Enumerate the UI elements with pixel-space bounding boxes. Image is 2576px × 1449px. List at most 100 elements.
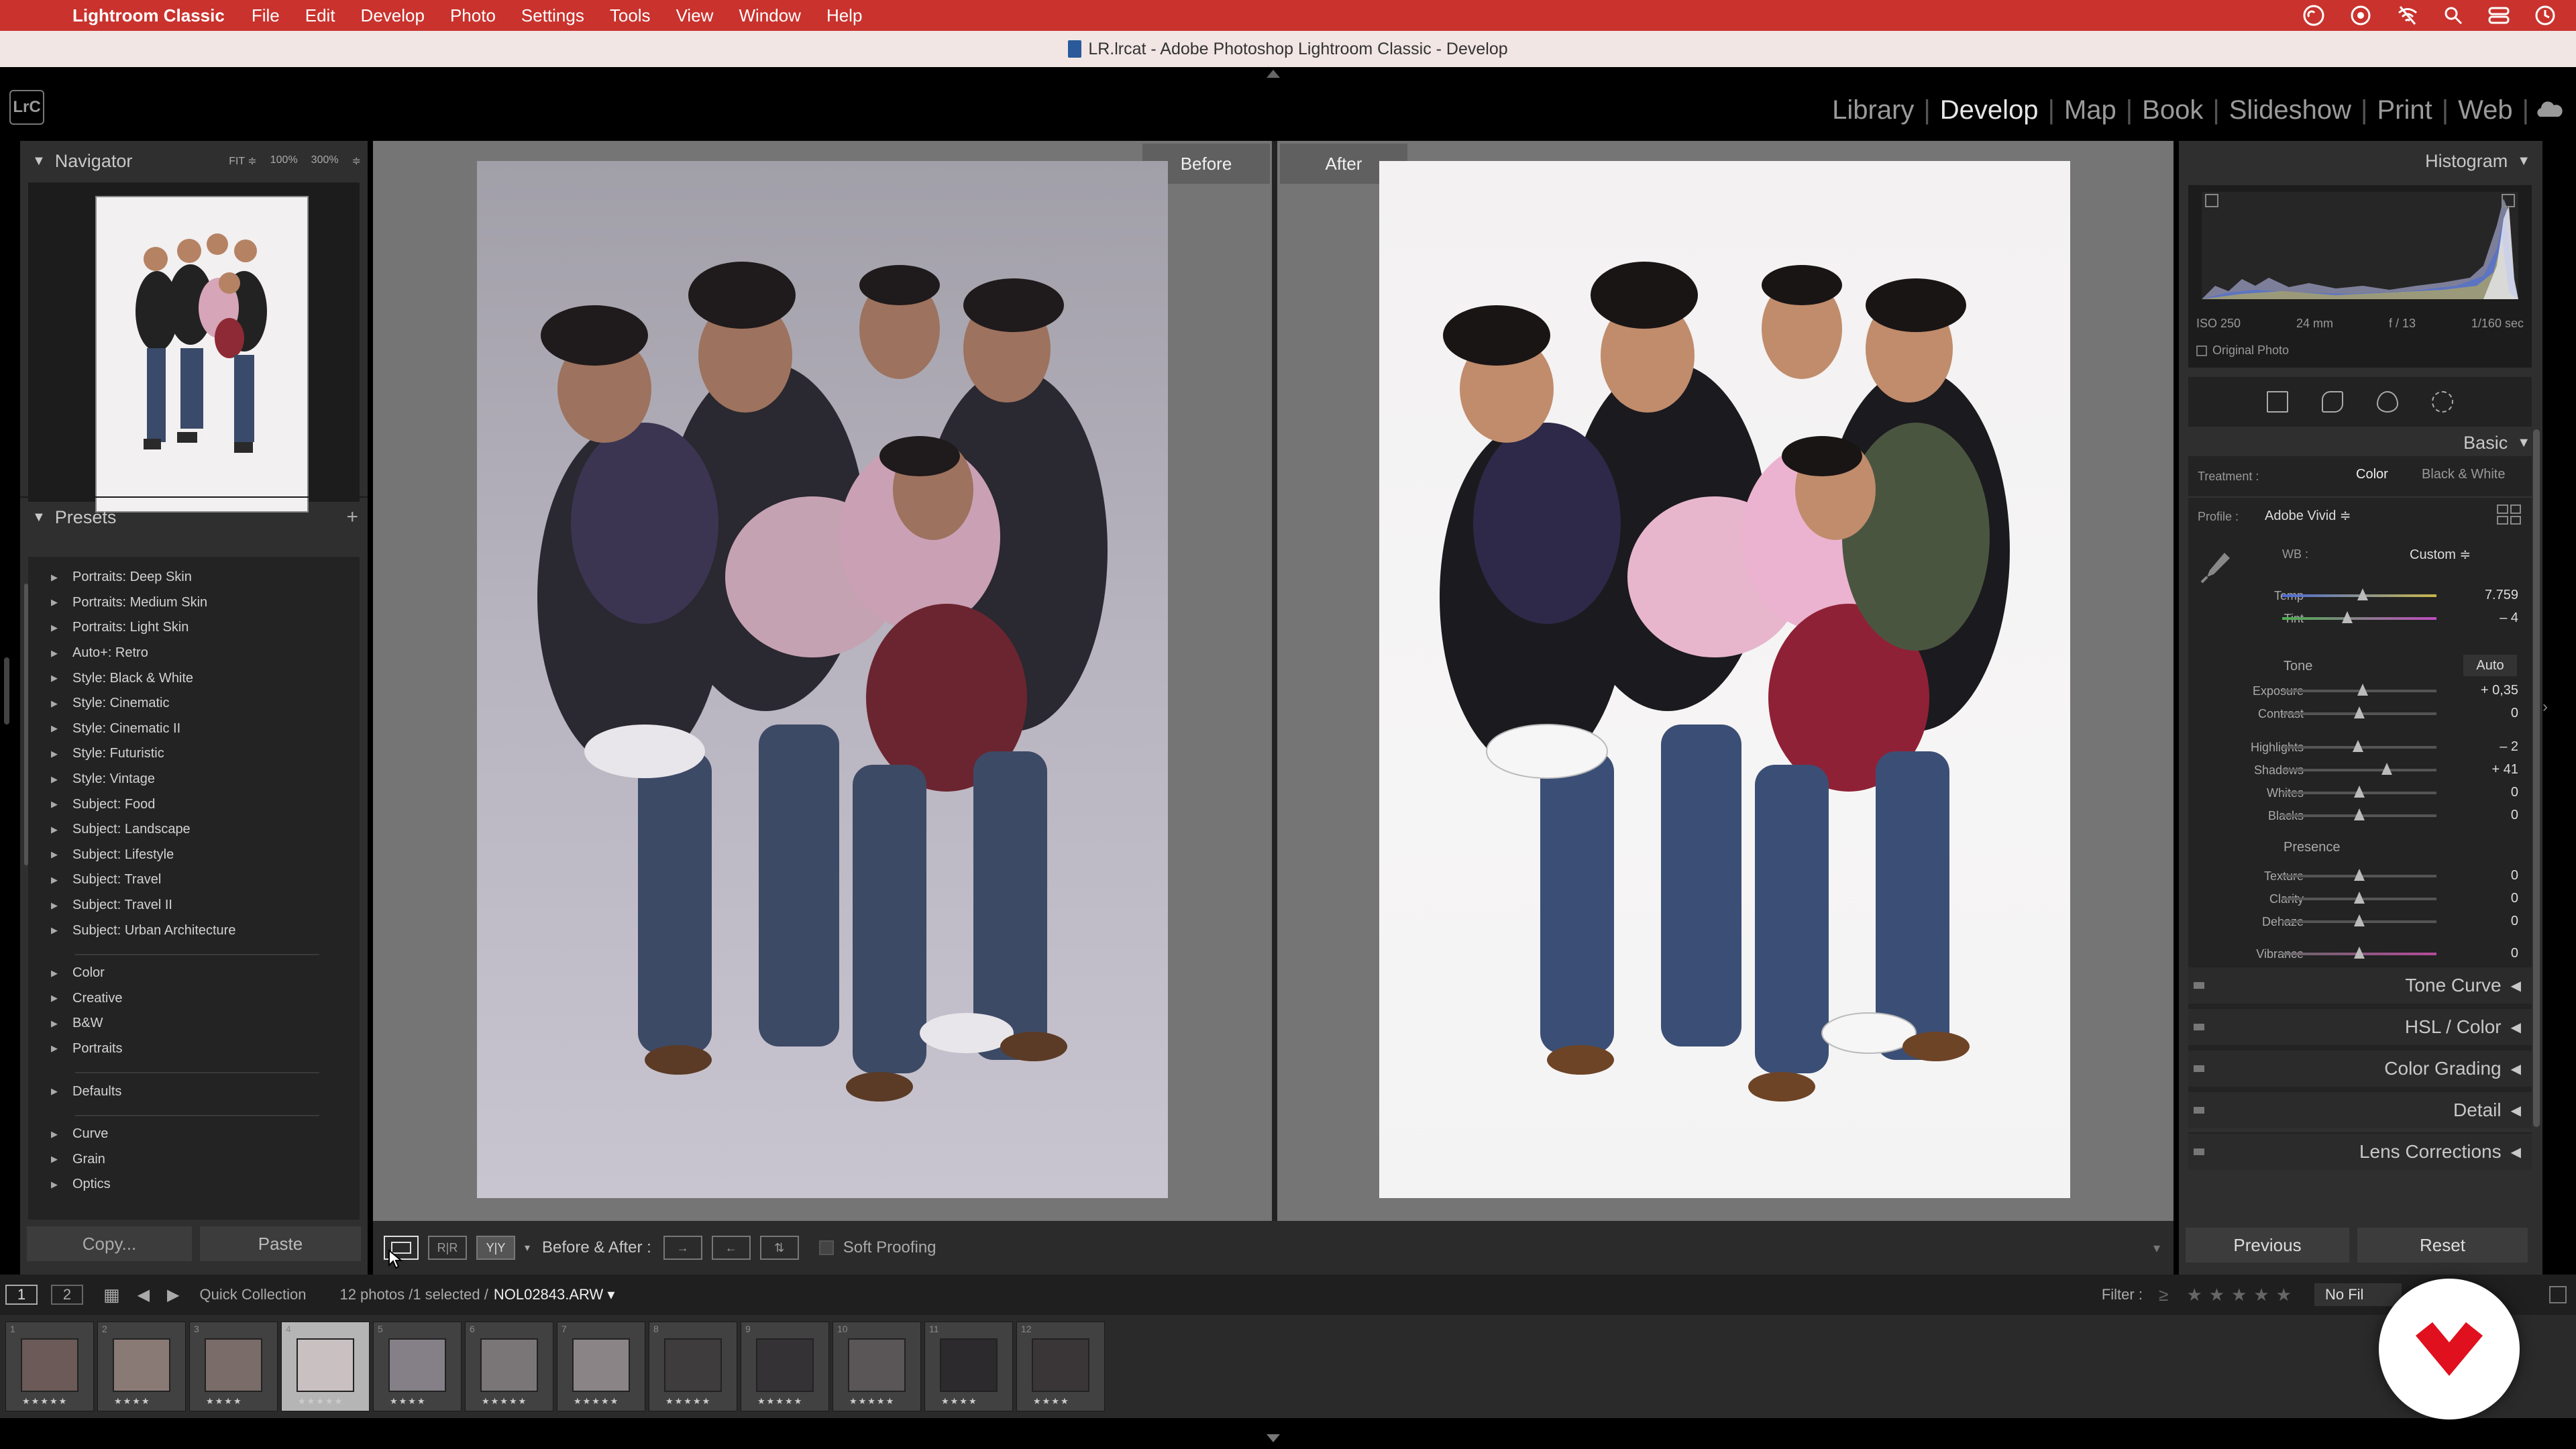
expand-triangle-icon[interactable]: ▶ — [51, 925, 58, 936]
filmstrip-thumbnail[interactable]: 2 ★★★★ — [97, 1322, 186, 1411]
slider-handle[interactable] — [2354, 947, 2365, 959]
slider-value[interactable]: 0 — [2511, 891, 2518, 906]
thumbnail-rating[interactable]: ★★★★★ — [665, 1396, 711, 1407]
secondary-display-button[interactable]: 2 — [51, 1285, 83, 1305]
preset-item[interactable]: ▶ Style: Black & White — [28, 665, 360, 691]
expand-triangle-icon[interactable]: ▶ — [51, 875, 58, 885]
slider-handle[interactable] — [2354, 786, 2365, 798]
red-eye-tool-icon[interactable] — [2377, 391, 2398, 413]
add-preset-icon[interactable]: + — [346, 506, 358, 529]
thumbnail-rating[interactable]: ★★★★ — [941, 1396, 978, 1407]
filter-lock-icon[interactable] — [2549, 1286, 2567, 1303]
filmstrip-thumbnail[interactable]: 6 ★★★★★ — [465, 1322, 553, 1411]
slider-value[interactable]: – 4 — [2500, 610, 2518, 626]
filmstrip-thumbnail[interactable]: 9 ★★★★★ — [741, 1322, 829, 1411]
rating-filter-stars[interactable]: ≥ ★★★★★ — [2159, 1285, 2298, 1305]
slider-vibrance[interactable]: Vibrance 0 — [2188, 942, 2532, 966]
thumbnail-image[interactable] — [480, 1338, 538, 1392]
expand-triangle-icon[interactable]: ▶ — [51, 597, 58, 608]
show-top-panel-arrow[interactable] — [1267, 70, 1280, 78]
thumbnail-rating[interactable]: ★★★★★ — [849, 1396, 895, 1407]
menu-window[interactable]: Window — [739, 5, 800, 26]
slider-temp[interactable]: Temp7.759 — [2188, 584, 2532, 608]
expand-triangle-icon[interactable]: ▶ — [51, 799, 58, 810]
collapse-triangle-icon[interactable]: ▼ — [2517, 435, 2530, 451]
expand-triangle-icon[interactable]: ▶ — [51, 572, 58, 583]
slider-handle[interactable] — [2357, 684, 2368, 696]
expand-triangle-icon[interactable]: ▶ — [51, 673, 58, 684]
before-view[interactable]: Before — [373, 141, 1272, 1221]
collapse-triangle-icon[interactable]: ▼ — [32, 510, 46, 525]
zoom-100[interactable]: 100% — [270, 154, 298, 168]
grid-view-icon[interactable]: ▦ — [103, 1285, 120, 1305]
thumbnail-image[interactable] — [21, 1338, 78, 1392]
treatment-color-option[interactable]: Color — [2356, 467, 2388, 482]
preset-item[interactable]: ▶ Style: Cinematic — [28, 691, 360, 716]
thumbnail-image[interactable] — [205, 1338, 262, 1392]
slider-whites[interactable]: Whites0 — [2188, 781, 2532, 805]
profile-browser-icon[interactable] — [2497, 504, 2521, 525]
slider-handle[interactable] — [2354, 892, 2365, 904]
slider-value[interactable]: 0 — [2511, 808, 2518, 823]
slider-handle[interactable] — [2381, 763, 2393, 775]
expand-triangle-icon[interactable]: ▶ — [51, 749, 58, 759]
preset-item[interactable]: ▶ Subject: Landscape — [28, 817, 360, 843]
thumbnail-image[interactable] — [940, 1338, 998, 1392]
after-photo[interactable] — [1379, 161, 2070, 1198]
module-map[interactable]: Map — [2055, 95, 2126, 125]
slider-handle[interactable] — [2357, 588, 2368, 600]
thumbnail-image[interactable] — [113, 1338, 170, 1392]
thumbnail-image[interactable] — [388, 1338, 446, 1392]
slider-contrast[interactable]: Contrast 0 — [2188, 702, 2532, 726]
module-web[interactable]: Web — [2449, 95, 2522, 125]
auto-tone-button[interactable]: Auto — [2463, 655, 2517, 676]
preset-item[interactable]: ▶ Creative — [28, 986, 360, 1012]
preset-item[interactable]: ▶ Portraits: Deep Skin — [28, 565, 360, 590]
right-panel-scrollbar[interactable] — [2533, 429, 2540, 1127]
preset-item[interactable]: ▶ Style: Vintage — [28, 767, 360, 792]
expand-triangle-icon[interactable]: ▶ — [51, 849, 58, 860]
detail-panel-header[interactable]: Detail ◀ — [2188, 1091, 2532, 1128]
soft-proofing-checkbox[interactable] — [818, 1240, 834, 1255]
thumbnail-rating[interactable]: ★★★★★ — [574, 1396, 619, 1407]
white-balance-eyedropper-icon[interactable] — [2198, 547, 2235, 585]
previous-settings-button[interactable]: Previous — [2186, 1228, 2349, 1263]
menu-file[interactable]: File — [252, 5, 280, 26]
tone-curve-panel-header[interactable]: Tone Curve ◀ — [2188, 966, 2532, 1004]
slider-tint[interactable]: Tint– 4 — [2188, 606, 2532, 631]
crop-tool-icon[interactable] — [2267, 391, 2288, 413]
wb-dropdown[interactable]: Custom ≑ — [2410, 546, 2471, 563]
histogram-panel[interactable]: ISO 250 24 mm f / 13 1/160 sec Original … — [2188, 185, 2532, 368]
slider-handle[interactable] — [2354, 869, 2365, 881]
selected-filename[interactable]: NOL02843.ARW ▾ — [494, 1286, 615, 1303]
filmstrip-thumbnail[interactable]: 1 ★★★★★ — [5, 1322, 94, 1411]
menu-help[interactable]: Help — [826, 5, 862, 26]
collapse-triangle-icon[interactable]: ▼ — [32, 154, 46, 169]
before-after-toggle-button[interactable]: R|R — [428, 1236, 467, 1260]
thumbnail-rating[interactable]: ★★★★ — [390, 1396, 427, 1407]
slider-blacks[interactable]: Blacks0 — [2188, 804, 2532, 828]
slider-value[interactable]: 0 — [2511, 946, 2518, 961]
filmstrip-thumbnail[interactable]: 4 ★★★★★ — [281, 1322, 370, 1411]
slider-value[interactable]: 0 — [2511, 914, 2518, 929]
thumbnail-rating[interactable]: ★★★★ — [114, 1396, 151, 1407]
preset-item[interactable]: ▶ Grain — [28, 1146, 360, 1172]
zoom-more[interactable]: ≑ — [352, 154, 361, 168]
thumbnail-rating[interactable]: ★★★★★ — [482, 1396, 527, 1407]
module-print[interactable]: Print — [2367, 95, 2441, 125]
slider-value[interactable]: – 2 — [2500, 739, 2518, 755]
copy-settings-button[interactable]: Copy... — [27, 1226, 192, 1261]
thumbnail-image[interactable] — [1032, 1338, 1089, 1392]
slider-track[interactable] — [2282, 769, 2436, 771]
toolbar-menu-icon[interactable]: ▾ — [2153, 1240, 2160, 1256]
slider-value[interactable]: 7.759 — [2485, 588, 2518, 603]
navigator-preview-area[interactable] — [28, 182, 360, 513]
source-label[interactable]: Quick Collection — [200, 1286, 307, 1303]
filmstrip-thumbnail[interactable]: 5 ★★★★ — [373, 1322, 462, 1411]
expand-triangle-icon[interactable]: ▶ — [51, 1179, 58, 1190]
expand-triangle-icon[interactable]: ▶ — [51, 968, 58, 979]
filmstrip-thumbnail[interactable]: 8 ★★★★★ — [649, 1322, 737, 1411]
preset-item[interactable]: ▶ Subject: Travel II — [28, 893, 360, 918]
menu-tools[interactable]: Tools — [610, 5, 651, 26]
healing-tool-icon[interactable] — [2322, 391, 2343, 413]
